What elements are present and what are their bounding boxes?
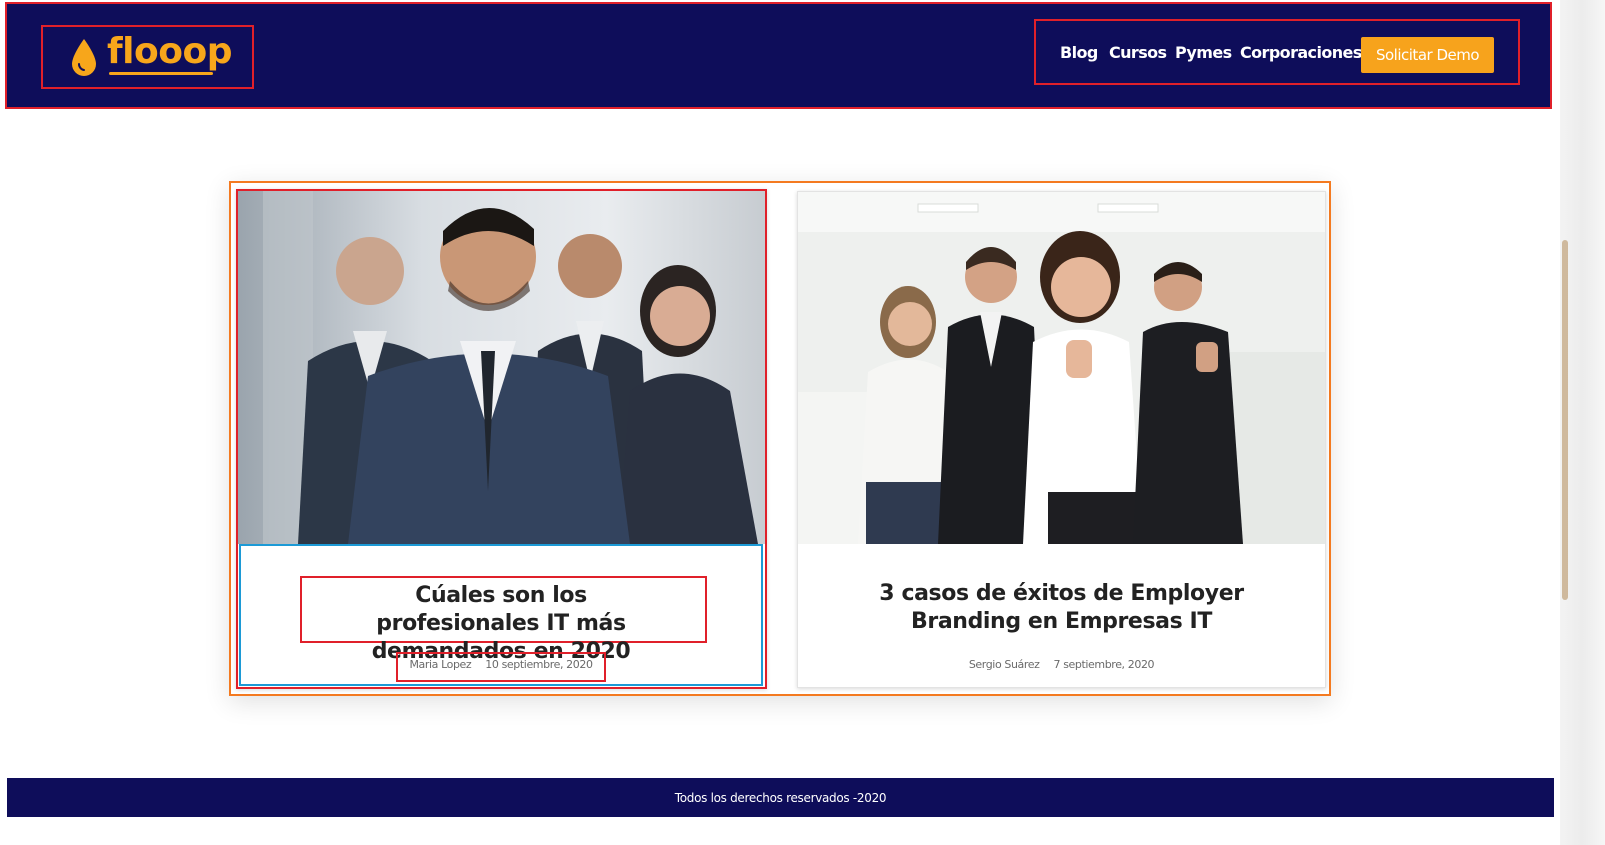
brand-underline	[109, 72, 213, 75]
page-edge-strip	[1560, 0, 1605, 845]
post-card[interactable]: 3 casos de éxitos de Employer Branding e…	[797, 191, 1326, 688]
brand-logo-link[interactable]: flooop	[41, 25, 254, 89]
drop-icon	[72, 39, 96, 76]
post-date: 10 septiembre, 2020	[485, 658, 593, 671]
business-team-photo	[238, 191, 765, 544]
request-demo-button[interactable]: Solicitar Demo	[1361, 37, 1494, 73]
copyright-text: Todos los derechos reservados -2020	[674, 790, 887, 805]
nav-pymes[interactable]: Pymes	[1175, 43, 1232, 62]
nav-blog[interactable]: Blog	[1060, 43, 1098, 62]
post-card-body: 3 casos de éxitos de Employer Branding e…	[799, 544, 1324, 686]
brand-name: flooop	[107, 31, 232, 72]
post-meta: Sergio Suárez 7 septiembre, 2020	[799, 658, 1324, 671]
blog-posts-grid: Cúales son los profesionales IT más dema…	[229, 181, 1331, 696]
scrollbar-thumb[interactable]	[1562, 240, 1568, 600]
post-image	[798, 192, 1325, 544]
office-team-thumbs-up-photo	[798, 192, 1325, 544]
post-meta: Maria Lopez 10 septiembre, 2020	[241, 658, 761, 671]
post-title[interactable]: 3 casos de éxitos de Employer Branding e…	[799, 580, 1324, 636]
post-card[interactable]: Cúales son los profesionales IT más dema…	[236, 189, 767, 689]
site-footer: Todos los derechos reservados -2020	[7, 778, 1554, 817]
nav-corporaciones[interactable]: Corporaciones	[1240, 43, 1362, 62]
site-header: flooop Blog Cursos Pymes Corporaciones S…	[5, 2, 1552, 109]
nav-cursos[interactable]: Cursos	[1109, 43, 1167, 62]
page: flooop Blog Cursos Pymes Corporaciones S…	[0, 0, 1605, 845]
main-nav: Blog Cursos Pymes Corporaciones Solicita…	[1034, 19, 1520, 85]
post-date: 7 septiembre, 2020	[1053, 658, 1155, 671]
post-image	[238, 191, 765, 544]
post-card-body: Cúales son los profesionales IT más dema…	[239, 544, 763, 686]
post-author: Sergio Suárez	[968, 658, 1040, 671]
post-author: Maria Lopez	[409, 658, 472, 671]
